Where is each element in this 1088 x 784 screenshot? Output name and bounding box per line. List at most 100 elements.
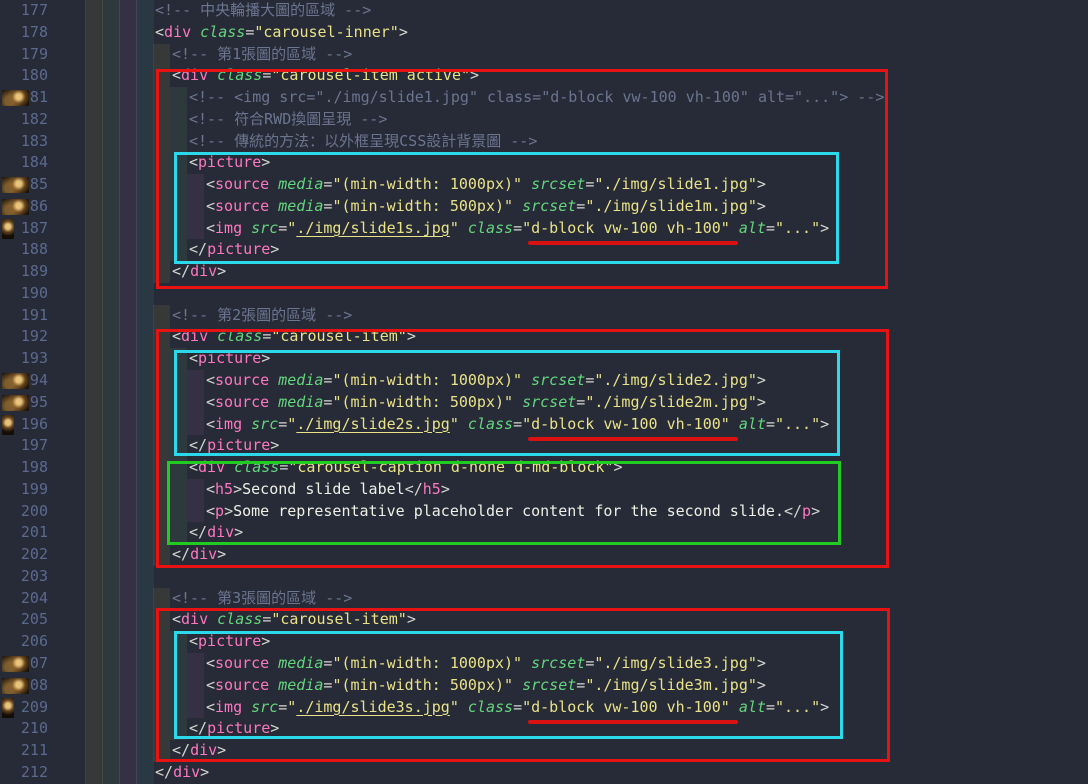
line-number[interactable]: 190 bbox=[0, 283, 48, 305]
code-editor: 177<!-- 中央輪播大圖的區域 -->178<div class="caro… bbox=[0, 0, 1088, 784]
punctuation-token: > bbox=[757, 393, 766, 411]
code-line[interactable]: 198<div class="carousel-caption d-none d… bbox=[0, 457, 1088, 479]
code-line[interactable]: 197</picture> bbox=[0, 435, 1088, 457]
tag-name-token: source bbox=[215, 197, 269, 215]
tag-name-token: p bbox=[802, 502, 811, 520]
image-preview-thumbnail bbox=[2, 177, 29, 193]
line-number[interactable]: 206 bbox=[0, 631, 48, 653]
line-number[interactable]: 198 bbox=[0, 457, 48, 479]
code-line[interactable]: 196<img src="./img/slide2s.jpg" class="d… bbox=[0, 414, 1088, 436]
line-number[interactable]: 201 bbox=[0, 522, 48, 544]
line-number[interactable]: 184 bbox=[0, 152, 48, 174]
punctuation-token: = bbox=[278, 415, 287, 433]
code-line[interactable]: 188</picture> bbox=[0, 239, 1088, 261]
line-number[interactable]: 189 bbox=[0, 261, 48, 283]
indent-guide-block bbox=[170, 522, 187, 544]
tag-name-token: div bbox=[198, 458, 225, 476]
code-line[interactable]: 184<picture> bbox=[0, 152, 1088, 174]
code-line[interactable]: 205<div class="carousel-item"> bbox=[0, 609, 1088, 631]
image-preview-thumbnail bbox=[2, 219, 14, 239]
code-line[interactable]: 187<img src="./img/slide1s.jpg" class="d… bbox=[0, 218, 1088, 240]
line-number[interactable]: 180 bbox=[0, 65, 48, 87]
line-number[interactable]: 202 bbox=[0, 544, 48, 566]
code-line[interactable]: 202</div> bbox=[0, 544, 1088, 566]
code-line[interactable]: 182<!-- 符合RWD換圖呈現 --> bbox=[0, 109, 1088, 131]
file-link-token[interactable]: ./img/slide3s.jpg bbox=[296, 698, 450, 716]
attribute-name-token: class bbox=[459, 219, 513, 237]
code-line[interactable]: 201</div> bbox=[0, 522, 1088, 544]
code-line[interactable]: 212</div> bbox=[0, 762, 1088, 784]
indent-guide-block bbox=[153, 501, 170, 523]
code-line[interactable]: 193<picture> bbox=[0, 348, 1088, 370]
code-line[interactable]: 186<source media="(min-width: 500px)" sr… bbox=[0, 196, 1088, 218]
punctuation-token: < bbox=[189, 153, 198, 171]
line-number[interactable]: 203 bbox=[0, 566, 48, 588]
line-number[interactable]: 200 bbox=[0, 501, 48, 523]
text-token: Some representative placeholder content … bbox=[233, 502, 784, 520]
code-line[interactable]: 179<!-- 第1張圖的區域 --> bbox=[0, 44, 1088, 66]
line-number[interactable]: 192 bbox=[0, 326, 48, 348]
indent-guide-block bbox=[170, 218, 187, 240]
code-line[interactable]: 183<!-- 傳統的方法：以外框呈現CSS設計背景圖 --> bbox=[0, 131, 1088, 153]
code-line[interactable]: 191<!-- 第2張圖的區域 --> bbox=[0, 305, 1088, 327]
code-line[interactable]: 209<img src="./img/slide3s.jpg" class="d… bbox=[0, 697, 1088, 719]
punctuation-token: = bbox=[766, 415, 775, 433]
file-link-token[interactable]: ./img/slide2s.jpg bbox=[296, 415, 450, 433]
punctuation-token: = bbox=[576, 393, 585, 411]
code-line[interactable]: 200<p>Some representative placeholder co… bbox=[0, 501, 1088, 523]
tag-name-token: h5 bbox=[215, 480, 233, 498]
punctuation-token: < bbox=[206, 502, 215, 520]
code-line[interactable]: 180<div class="carousel-item active"> bbox=[0, 65, 1088, 87]
punctuation-token: = bbox=[279, 458, 288, 476]
indent-guide-block bbox=[170, 87, 187, 109]
punctuation-token: = bbox=[262, 66, 271, 84]
indent-guide-block bbox=[170, 435, 187, 457]
code-line[interactable]: 189</div> bbox=[0, 261, 1088, 283]
line-number[interactable]: 212 bbox=[0, 762, 48, 784]
string-token: "(min-width: 1000px)" bbox=[332, 371, 522, 389]
code-line[interactable]: 206<picture> bbox=[0, 631, 1088, 653]
code-line[interactable]: 210</picture> bbox=[0, 718, 1088, 740]
tag-name-token: source bbox=[215, 676, 269, 694]
code-line[interactable]: 195<source media="(min-width: 500px)" sr… bbox=[0, 392, 1088, 414]
code-line[interactable]: 190 bbox=[0, 283, 1088, 305]
line-number[interactable]: 188 bbox=[0, 239, 48, 261]
line-number[interactable]: 197 bbox=[0, 435, 48, 457]
code-line[interactable]: 203 bbox=[0, 566, 1088, 588]
code-line[interactable]: 211</div> bbox=[0, 740, 1088, 762]
tag-name-token: source bbox=[215, 654, 269, 672]
attribute-name-token: srcset bbox=[513, 676, 576, 694]
code-line[interactable]: 181<!-- <img src="./img/slide1.jpg" clas… bbox=[0, 87, 1088, 109]
indent-guide-block bbox=[153, 261, 170, 283]
code-line[interactable]: 194<source media="(min-width: 1000px)" s… bbox=[0, 370, 1088, 392]
line-number[interactable]: 177 bbox=[0, 0, 48, 22]
line-number[interactable]: 179 bbox=[0, 44, 48, 66]
code-line[interactable]: 192<div class="carousel-item"> bbox=[0, 326, 1088, 348]
code-line[interactable]: 178<div class="carousel-inner"> bbox=[0, 22, 1088, 44]
line-number[interactable]: 178 bbox=[0, 22, 48, 44]
line-number[interactable]: 211 bbox=[0, 740, 48, 762]
string-token: " bbox=[450, 415, 459, 433]
code-line[interactable]: 177<!-- 中央輪播大圖的區域 --> bbox=[0, 0, 1088, 22]
file-link-token[interactable]: ./img/slide1s.jpg bbox=[296, 219, 450, 237]
line-number[interactable]: 204 bbox=[0, 588, 48, 610]
code-line[interactable]: 204<!-- 第3張圖的區域 --> bbox=[0, 588, 1088, 610]
punctuation-token: > bbox=[217, 741, 226, 759]
line-number[interactable]: 199 bbox=[0, 479, 48, 501]
line-number[interactable]: 183 bbox=[0, 131, 48, 153]
punctuation-token: </ bbox=[155, 763, 173, 781]
attribute-name-token: srcset bbox=[522, 175, 585, 193]
line-number[interactable]: 191 bbox=[0, 305, 48, 327]
line-number[interactable]: 205 bbox=[0, 609, 48, 631]
code-lines[interactable]: 177<!-- 中央輪播大圖的區域 -->178<div class="caro… bbox=[0, 0, 1088, 784]
line-number[interactable]: 210 bbox=[0, 718, 48, 740]
line-number[interactable]: 193 bbox=[0, 348, 48, 370]
tag-name-token: source bbox=[215, 175, 269, 193]
code-line[interactable]: 208<source media="(min-width: 500px)" sr… bbox=[0, 675, 1088, 697]
code-line[interactable]: 199<h5>Second slide label</h5> bbox=[0, 479, 1088, 501]
code-line[interactable]: 185<source media="(min-width: 1000px)" s… bbox=[0, 174, 1088, 196]
indent-guide-block bbox=[170, 348, 187, 370]
line-number[interactable]: 182 bbox=[0, 109, 48, 131]
code-line[interactable]: 207<source media="(min-width: 1000px)" s… bbox=[0, 653, 1088, 675]
punctuation-token: > bbox=[217, 545, 226, 563]
